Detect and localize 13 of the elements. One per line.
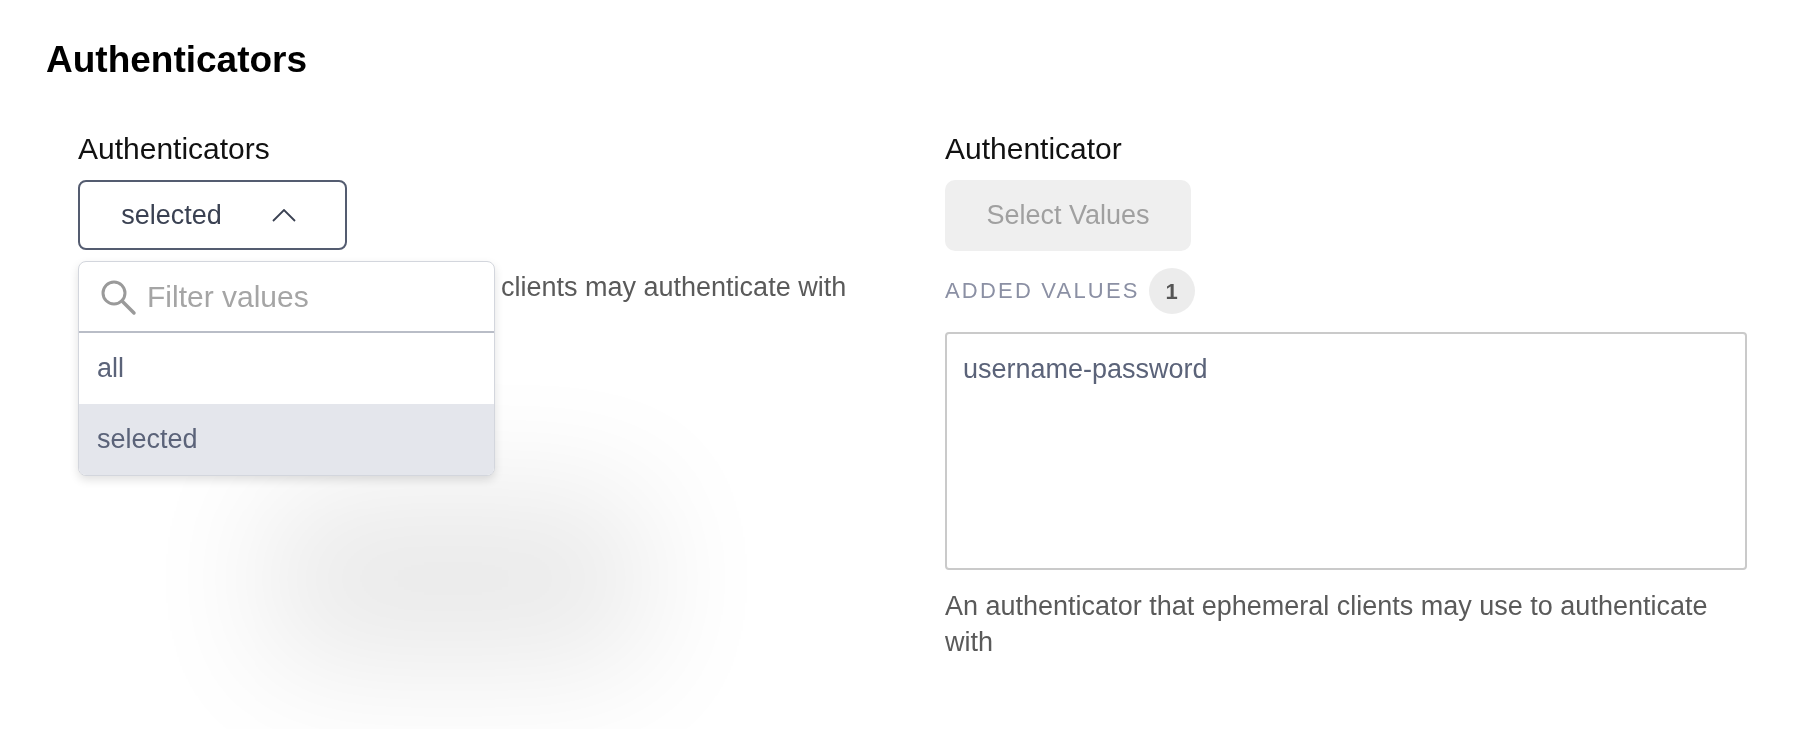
section-heading: Authenticators [46, 38, 308, 82]
value-text: username-password [963, 353, 1208, 386]
authenticators-select[interactable]: selected [78, 180, 347, 250]
count-badge: 1 [1148, 268, 1195, 314]
dropdown-option[interactable]: all [79, 333, 494, 404]
field-label: Authenticator [945, 131, 1122, 167]
field-description: clients may authenticate with [501, 271, 847, 304]
field-label: Authenticators [78, 131, 270, 167]
filter-field[interactable]: Filter values [147, 276, 474, 317]
field-description: An authenticator that ephemeral clients may use to authenticate with [945, 590, 1709, 659]
chevron-icon [271, 208, 296, 222]
dropdown-option[interactable]: selected [79, 404, 494, 475]
added-values-label: ADDED VALUES [945, 277, 1140, 305]
